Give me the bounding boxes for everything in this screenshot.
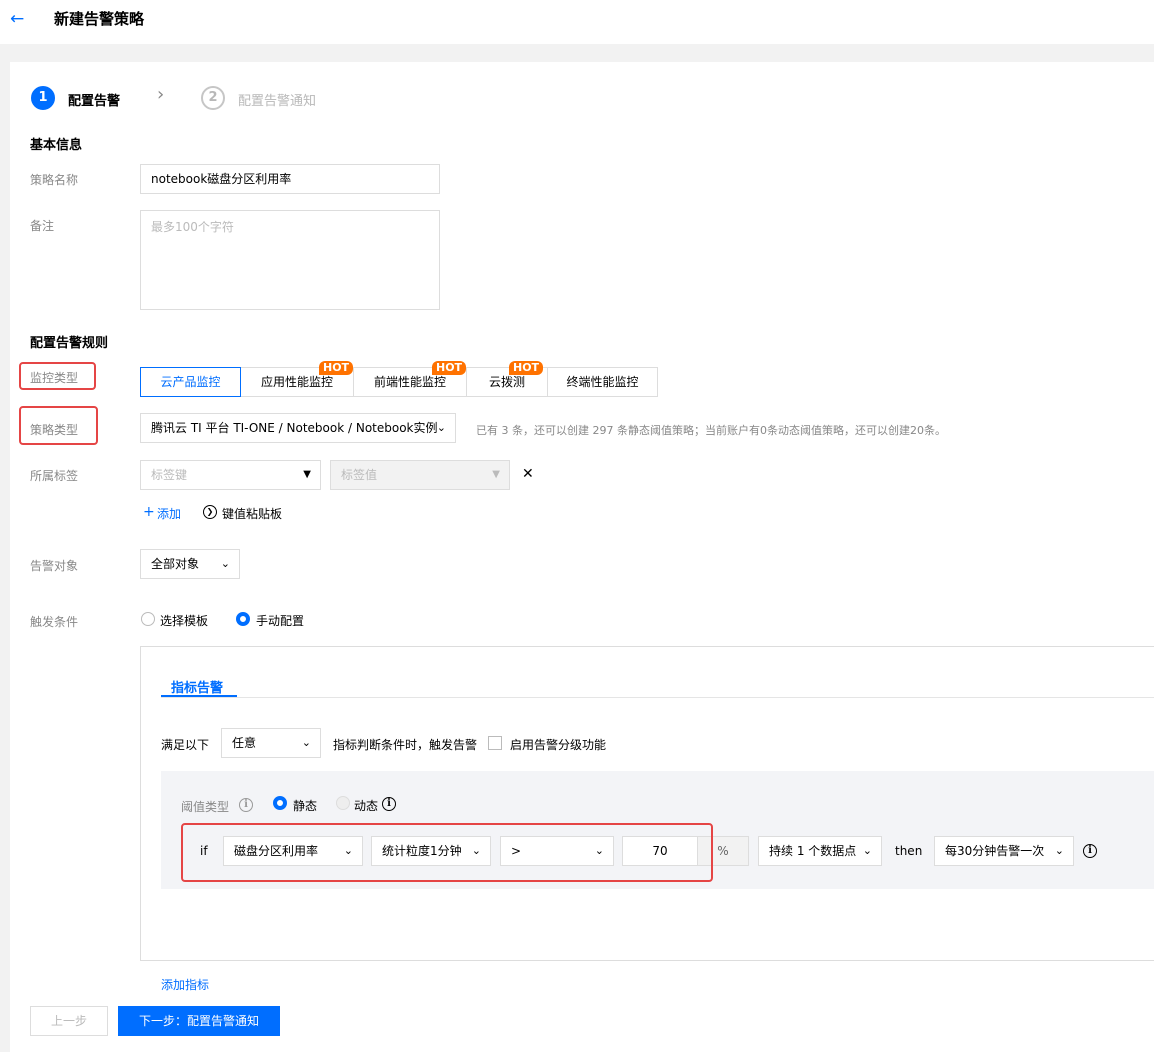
prev-button[interactable]: 上一步 bbox=[30, 1006, 108, 1036]
main-panel: 1 配置告警 › 2 配置告警通知 基本信息 策略名称 notebook磁盘分区… bbox=[10, 62, 1154, 1052]
threshold-type-label: 阈值类型 bbox=[181, 800, 230, 814]
chevron-down-icon: ⌄ bbox=[862, 844, 872, 857]
page-title: 新建告警策略 bbox=[54, 10, 145, 28]
step-2-label: 配置告警通知 bbox=[238, 94, 317, 109]
remark-label: 备注 bbox=[30, 219, 55, 233]
radio-static[interactable] bbox=[273, 796, 287, 810]
chevron-down-icon: ⌄ bbox=[436, 421, 446, 434]
policy-name-input[interactable]: notebook磁盘分区利用率 bbox=[140, 164, 440, 194]
tag-key-select[interactable]: 标签键 ▼ bbox=[140, 460, 321, 490]
tag-value-select[interactable]: 标签值 ▼ bbox=[330, 460, 510, 490]
tab-terminal-performance[interactable]: 终端性能监控 bbox=[547, 367, 658, 397]
add-metric-link[interactable]: 添加指标 bbox=[161, 976, 209, 993]
radio-static-label[interactable]: 静态 bbox=[293, 797, 317, 814]
info-icon[interactable]: i bbox=[1083, 844, 1097, 858]
tab-metric-alarm[interactable]: 指标告警 bbox=[171, 677, 223, 696]
satisfy-select[interactable]: 任意 ⌄ bbox=[221, 728, 321, 758]
top-bar: ← 新建告警策略 bbox=[0, 0, 1154, 44]
then-label: then bbox=[895, 844, 923, 858]
hot-badge: HOT bbox=[319, 361, 354, 375]
policy-type-value: 腾讯云 TI 平台 TI-ONE / Notebook / Notebook实例 bbox=[151, 421, 438, 435]
paste-board-link[interactable]: 键值粘贴板 bbox=[222, 505, 282, 522]
radio-template[interactable] bbox=[141, 612, 155, 626]
info-icon[interactable]: i bbox=[239, 798, 253, 812]
policy-name-label: 策略名称 bbox=[30, 173, 79, 187]
target-value: 全部对象 bbox=[151, 557, 200, 571]
target-label: 告警对象 bbox=[30, 559, 79, 573]
radio-manual-label[interactable]: 手动配置 bbox=[256, 612, 304, 629]
remark-placeholder: 最多100个字符 bbox=[151, 220, 234, 234]
basic-info-title: 基本信息 bbox=[30, 138, 83, 153]
radio-dynamic-label[interactable]: 动态 bbox=[354, 797, 378, 814]
satisfy-suffix: 指标判断条件时，触发告警 bbox=[333, 738, 478, 752]
threshold-area: 阈值类型 i 静态 动态 i if 磁盘分区利用率 ⌄ 统计粒度1分钟 ⌄ > … bbox=[161, 771, 1154, 889]
condition-highlight bbox=[181, 823, 713, 882]
remark-textarea[interactable]: 最多100个字符 bbox=[140, 210, 440, 310]
caret-down-icon: ▼ bbox=[492, 469, 500, 480]
tab-underline bbox=[161, 695, 237, 697]
duration-value: 持续 1 个数据点 bbox=[769, 844, 857, 858]
plus-icon[interactable]: + bbox=[143, 504, 155, 520]
arrow-left-icon[interactable]: ← bbox=[10, 9, 24, 29]
trigger-label: 触发条件 bbox=[30, 615, 79, 629]
step-1-circle: 1 bbox=[31, 86, 55, 110]
policy-type-label: 策略类型 bbox=[30, 423, 79, 437]
policy-quota-hint: 已有 3 条，还可以创建 297 条静态阈值策略；当前账户有0条动态阈值策略，还… bbox=[476, 424, 946, 437]
info-icon[interactable]: i bbox=[382, 797, 396, 811]
chevron-down-icon: ⌄ bbox=[301, 736, 311, 749]
next-button[interactable]: 下一步：配置告警通知 bbox=[118, 1006, 280, 1036]
frequency-value: 每30分钟告警一次 bbox=[945, 844, 1045, 858]
close-icon[interactable]: ✕ bbox=[522, 466, 534, 482]
satisfy-prefix: 满足以下 bbox=[161, 738, 210, 752]
radio-manual[interactable] bbox=[236, 612, 250, 626]
satisfy-value: 任意 bbox=[232, 736, 257, 750]
tag-value-placeholder: 标签值 bbox=[341, 468, 378, 482]
radio-dynamic[interactable] bbox=[336, 796, 350, 810]
tags-label: 所属标签 bbox=[30, 469, 79, 483]
tab-divider bbox=[161, 697, 1154, 698]
hot-badge: HOT bbox=[509, 361, 544, 375]
step-2-circle: 2 bbox=[201, 86, 225, 110]
rules-title: 配置告警规则 bbox=[30, 336, 109, 351]
hot-badge: HOT bbox=[432, 361, 467, 375]
paste-board-icon[interactable]: ❯ bbox=[203, 505, 217, 519]
chevron-right-icon: › bbox=[157, 84, 165, 105]
chevron-down-icon: ⌄ bbox=[1054, 844, 1064, 857]
add-tag-link[interactable]: 添加 bbox=[157, 505, 181, 522]
radio-template-label[interactable]: 选择模板 bbox=[160, 612, 208, 629]
monitor-type-label: 监控类型 bbox=[30, 371, 79, 385]
tab-cloud-product[interactable]: 云产品监控 bbox=[140, 367, 241, 397]
target-select[interactable]: 全部对象 ⌄ bbox=[140, 549, 240, 579]
policy-type-select[interactable]: 腾讯云 TI 平台 TI-ONE / Notebook / Notebook实例… bbox=[140, 413, 456, 443]
tag-key-placeholder: 标签键 bbox=[151, 468, 188, 482]
tiered-checkbox[interactable] bbox=[488, 736, 502, 750]
caret-down-icon: ▼ bbox=[303, 469, 311, 480]
metric-alarm-box: 指标告警 满足以下 任意 ⌄ 指标判断条件时，触发告警 启用告警分级功能 阈值类… bbox=[140, 646, 1154, 992]
frequency-select[interactable]: 每30分钟告警一次 ⌄ bbox=[934, 836, 1074, 866]
tiered-label[interactable]: 启用告警分级功能 bbox=[510, 736, 606, 753]
step-1-label: 配置告警 bbox=[68, 94, 121, 109]
chevron-down-icon: ⌄ bbox=[220, 557, 230, 570]
duration-select[interactable]: 持续 1 个数据点 ⌄ bbox=[758, 836, 882, 866]
